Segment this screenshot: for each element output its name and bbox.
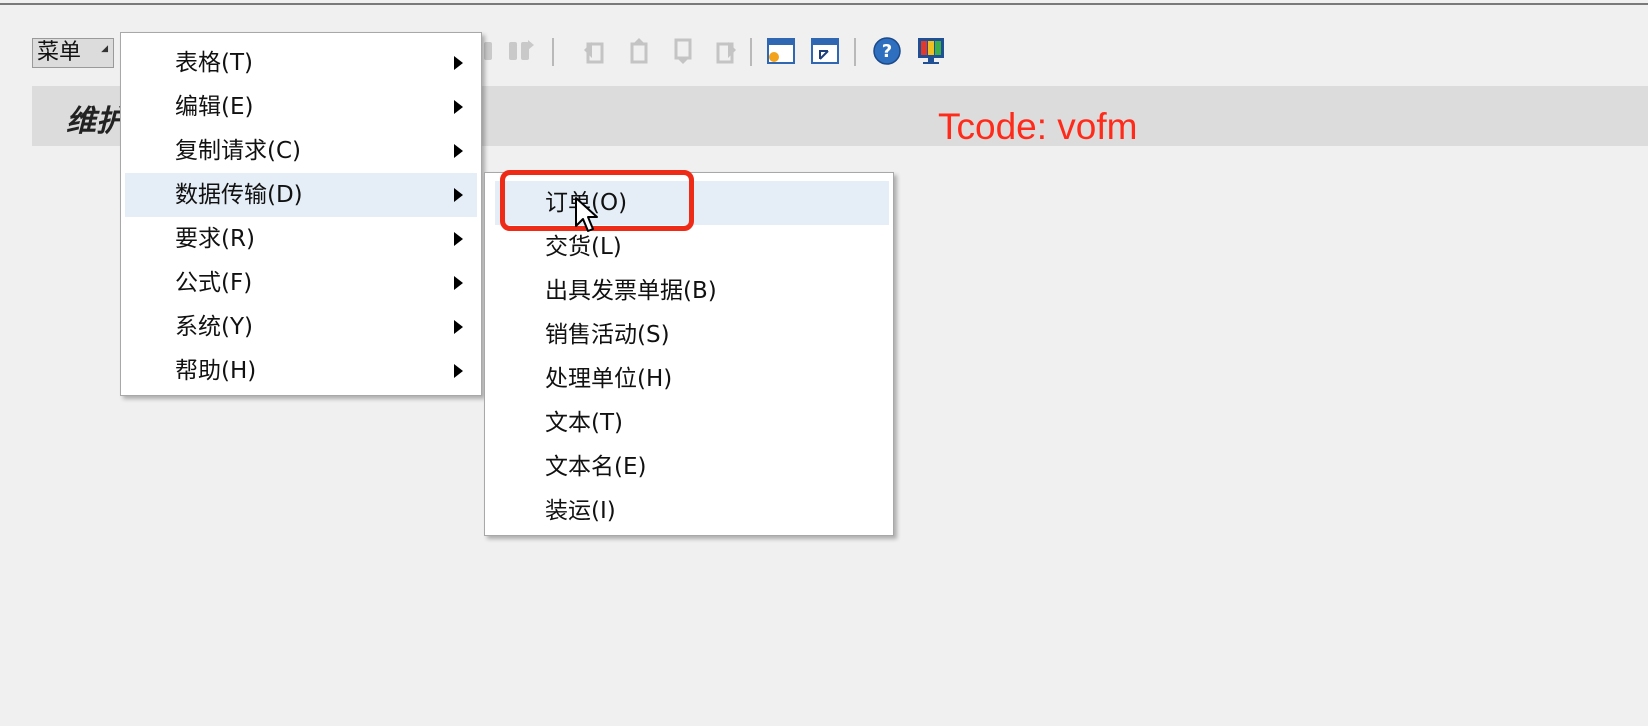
page-title: 维护 (66, 104, 126, 139)
submenu-arrow-icon (454, 100, 463, 114)
toolbar-separator (552, 38, 554, 66)
prev-page-icon[interactable] (624, 36, 654, 66)
submenu-item-handling-unit[interactable]: 处理单位(H) (495, 357, 889, 401)
menu-item-edit[interactable]: 编辑(E) (125, 85, 477, 129)
first-page-icon[interactable] (580, 36, 610, 66)
menu-item-table[interactable]: 表格(T) (125, 41, 477, 85)
submenu-arrow-icon (454, 56, 463, 70)
svg-text:?: ? (882, 41, 892, 62)
tcode-annotation: Tcode: vofm (938, 106, 1138, 147)
new-session-icon[interactable] (766, 36, 796, 66)
toolbar-separator (854, 38, 856, 66)
submenu-arrow-icon (454, 364, 463, 378)
submenu-item-text-name[interactable]: 文本名(E) (495, 445, 889, 489)
submenu-arrow-icon (454, 144, 463, 158)
submenu-arrow-icon (454, 188, 463, 202)
menu-item-system[interactable]: 系统(Y) (125, 305, 477, 349)
shortcut-icon[interactable] (810, 36, 840, 66)
last-page-icon[interactable] (710, 36, 740, 66)
customize-layout-icon[interactable] (916, 36, 946, 66)
toolbar-separator (750, 38, 752, 66)
menu-item-formula[interactable]: 公式(F) (125, 261, 477, 305)
submenu-arrow-icon (454, 232, 463, 246)
submenu-item-sales-activity[interactable]: 销售活动(S) (495, 313, 889, 357)
menu-item-data-transfer[interactable]: 数据传输(D) (125, 173, 477, 217)
menu-item-copy-request[interactable]: 复制请求(C) (125, 129, 477, 173)
menu-dropdown-icon: ◢ (101, 44, 108, 54)
submenu-item-billing[interactable]: 出具发票单据(B) (495, 269, 889, 313)
find-next-icon[interactable] (506, 36, 536, 66)
window-top-border (0, 3, 1648, 5)
submenu-item-shipment[interactable]: 装运(I) (495, 489, 889, 533)
submenu-arrow-icon (454, 276, 463, 290)
main-menu: 表格(T) 编辑(E) 复制请求(C) 数据传输(D) 要求(R) 公式(F) … (120, 32, 482, 396)
menu-button-label: 菜单 (37, 40, 82, 65)
menu-item-requirements[interactable]: 要求(R) (125, 217, 477, 261)
next-page-icon[interactable] (668, 36, 698, 66)
submenu-item-text[interactable]: 文本(T) (495, 401, 889, 445)
submenu-arrow-icon (454, 320, 463, 334)
mouse-cursor-icon (575, 197, 598, 232)
submenu-item-delivery[interactable]: 交货(L) (495, 225, 889, 269)
menu-item-help[interactable]: 帮助(H) (125, 349, 477, 393)
help-icon[interactable]: ? (872, 36, 902, 66)
menu-button[interactable]: 菜单 ◢ (32, 38, 114, 68)
